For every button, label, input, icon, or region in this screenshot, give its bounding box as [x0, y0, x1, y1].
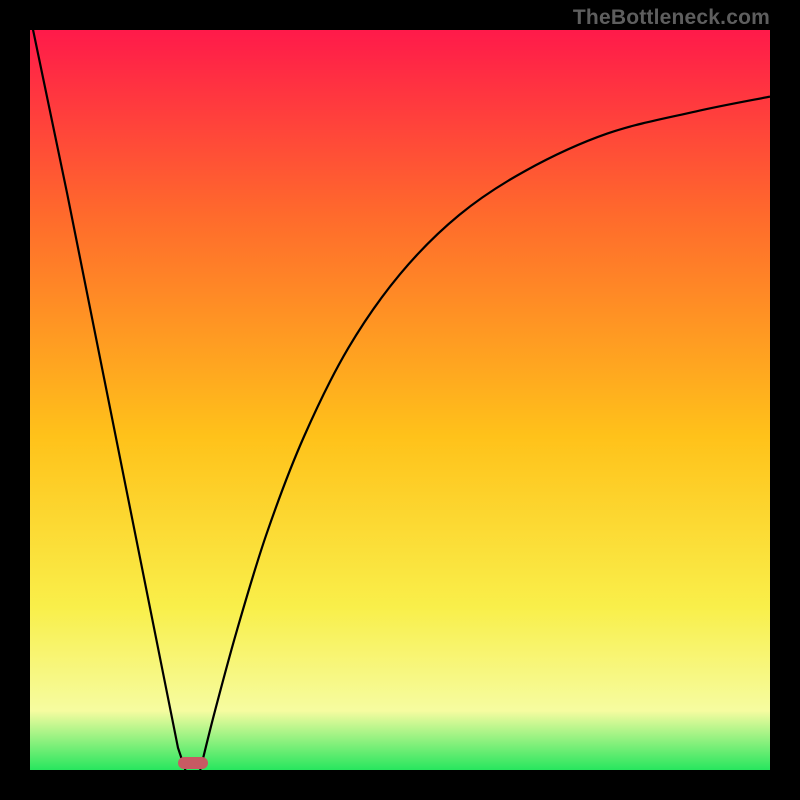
optimum-marker [178, 757, 208, 769]
bottleneck-curve [30, 30, 770, 770]
plot-area [30, 30, 770, 770]
chart-frame: TheBottleneck.com [0, 0, 800, 800]
watermark-text: TheBottleneck.com [573, 6, 770, 30]
